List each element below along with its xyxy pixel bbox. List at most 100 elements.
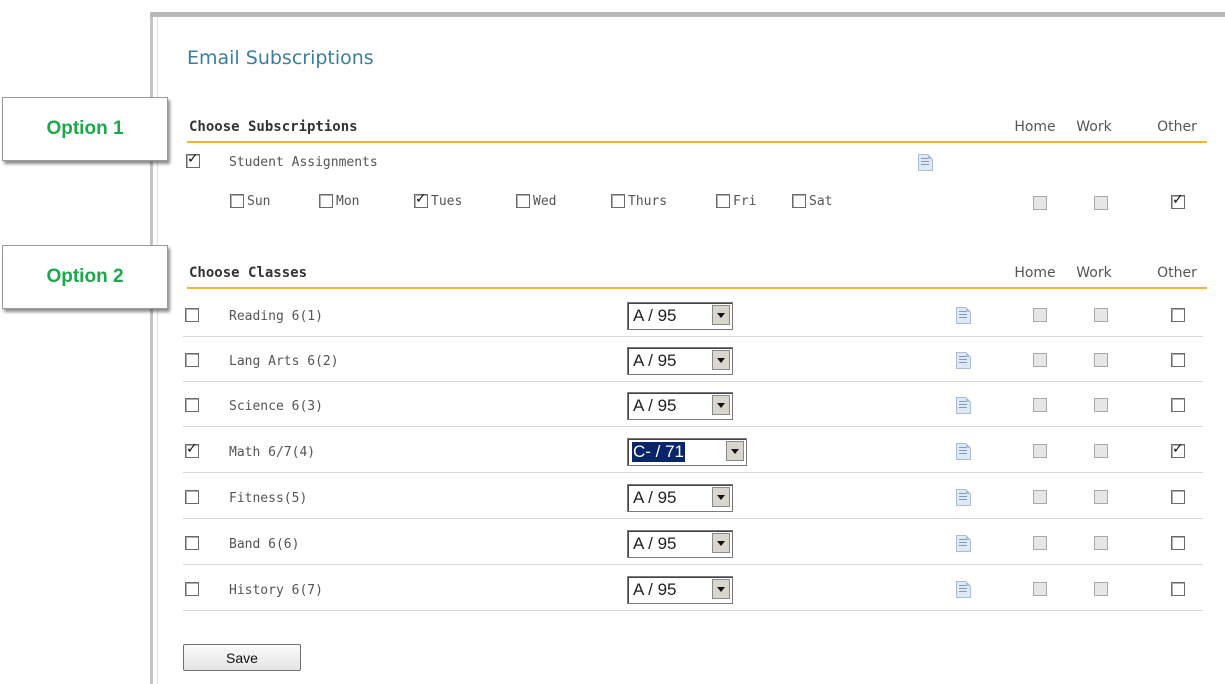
grade-value: A / 95 bbox=[633, 351, 677, 370]
class-select-checkbox[interactable] bbox=[185, 536, 199, 550]
grade-value: A / 95 bbox=[633, 306, 677, 325]
grade-dropdown[interactable]: A / 95 bbox=[627, 392, 733, 420]
chevron-down-icon[interactable] bbox=[726, 441, 744, 461]
grade-dropdown[interactable]: A / 95 bbox=[627, 302, 733, 330]
subscription-other-checkbox[interactable] bbox=[1171, 192, 1185, 209]
class-name: Math 6/7(4) bbox=[229, 445, 316, 460]
day-wed-checkbox[interactable] bbox=[516, 194, 530, 208]
document-icon[interactable] bbox=[956, 397, 971, 414]
page-frame-top bbox=[150, 12, 1225, 17]
column-work: Work bbox=[1076, 119, 1112, 135]
class-home-checkbox bbox=[1033, 536, 1047, 550]
class-row: History 6(7) A / 95 bbox=[183, 566, 1203, 611]
grade-value: A / 95 bbox=[633, 396, 677, 415]
class-work-checkbox bbox=[1094, 536, 1108, 550]
day-mon-label: Mon bbox=[336, 194, 360, 209]
student-assignments-label: Student Assignments bbox=[229, 155, 378, 170]
class-other-checkbox[interactable] bbox=[1171, 441, 1185, 458]
class-select-checkbox[interactable] bbox=[185, 441, 199, 458]
day-wed-label: Wed bbox=[533, 194, 557, 209]
day-fri-label: Fri bbox=[733, 194, 757, 209]
class-home-checkbox bbox=[1033, 582, 1047, 596]
grade-dropdown[interactable]: C- / 71 bbox=[627, 438, 747, 466]
class-select-checkbox[interactable] bbox=[185, 353, 199, 367]
class-home-checkbox bbox=[1033, 444, 1047, 458]
subscription-home-checkbox bbox=[1033, 196, 1047, 210]
document-icon[interactable] bbox=[956, 535, 971, 552]
class-name: Science 6(3) bbox=[229, 399, 323, 414]
column-home: Home bbox=[1014, 119, 1056, 135]
document-icon[interactable] bbox=[956, 307, 971, 324]
chevron-down-icon[interactable] bbox=[712, 579, 730, 599]
class-other-checkbox[interactable] bbox=[1171, 308, 1185, 322]
grade-dropdown[interactable]: A / 95 bbox=[627, 576, 733, 604]
class-other-checkbox[interactable] bbox=[1171, 353, 1185, 367]
grade-dropdown[interactable]: A / 95 bbox=[627, 530, 733, 558]
class-select-checkbox[interactable] bbox=[185, 490, 199, 504]
class-other-checkbox[interactable] bbox=[1171, 490, 1185, 504]
document-icon[interactable] bbox=[956, 352, 971, 369]
document-icon[interactable] bbox=[956, 581, 971, 598]
subscription-work-checkbox bbox=[1094, 196, 1108, 210]
column-other: Other bbox=[1157, 119, 1197, 135]
day-tues-label: Tues bbox=[431, 194, 463, 209]
class-row: Reading 6(1) A / 95 bbox=[183, 292, 1203, 337]
column-work: Work bbox=[1076, 265, 1112, 281]
class-row: Math 6/7(4) C- / 71 bbox=[183, 428, 1203, 473]
class-row: Fitness(5) A / 95 bbox=[183, 474, 1203, 519]
column-other: Other bbox=[1157, 265, 1197, 281]
student-assignments-checkbox[interactable] bbox=[186, 151, 200, 168]
subscriptions-header-title: Choose Subscriptions bbox=[189, 119, 358, 135]
chevron-down-icon[interactable] bbox=[712, 533, 730, 553]
class-home-checkbox bbox=[1033, 398, 1047, 412]
grade-value: A / 95 bbox=[633, 488, 677, 507]
classes-header: Choose Classes Home Work Other bbox=[187, 263, 1207, 289]
class-name: Fitness(5) bbox=[229, 491, 308, 506]
day-sat-label: Sat bbox=[809, 194, 833, 209]
grade-dropdown[interactable]: A / 95 bbox=[627, 484, 733, 512]
chevron-down-icon[interactable] bbox=[712, 350, 730, 370]
class-work-checkbox bbox=[1094, 353, 1108, 367]
class-row: Band 6(6) A / 95 bbox=[183, 520, 1203, 565]
class-work-checkbox bbox=[1094, 398, 1108, 412]
class-select-checkbox[interactable] bbox=[185, 582, 199, 596]
day-sat-checkbox[interactable] bbox=[792, 194, 806, 208]
class-other-checkbox[interactable] bbox=[1171, 536, 1185, 550]
document-icon[interactable] bbox=[918, 154, 933, 171]
class-name: History 6(7) bbox=[229, 583, 323, 598]
callout-option-1: Option 1 bbox=[2, 97, 168, 161]
class-row: Science 6(3) A / 95 bbox=[183, 382, 1203, 427]
class-home-checkbox bbox=[1033, 490, 1047, 504]
class-work-checkbox bbox=[1094, 444, 1108, 458]
grade-dropdown[interactable]: A / 95 bbox=[627, 347, 733, 375]
save-button[interactable]: Save bbox=[183, 644, 301, 671]
class-work-checkbox bbox=[1094, 308, 1108, 322]
class-row: Lang Arts 6(2) A / 95 bbox=[183, 337, 1203, 382]
class-name: Lang Arts 6(2) bbox=[229, 354, 339, 369]
day-sun-checkbox[interactable] bbox=[230, 194, 244, 208]
class-other-checkbox[interactable] bbox=[1171, 398, 1185, 412]
grade-value: A / 95 bbox=[633, 534, 677, 553]
chevron-down-icon[interactable] bbox=[712, 305, 730, 325]
day-tues-checkbox[interactable] bbox=[414, 191, 428, 208]
class-name: Reading 6(1) bbox=[229, 309, 323, 324]
class-work-checkbox bbox=[1094, 582, 1108, 596]
class-select-checkbox[interactable] bbox=[185, 398, 199, 412]
day-fri-checkbox[interactable] bbox=[716, 194, 730, 208]
document-icon[interactable] bbox=[956, 443, 971, 460]
document-icon[interactable] bbox=[956, 489, 971, 506]
subscriptions-header: Choose Subscriptions Home Work Other bbox=[187, 117, 1207, 143]
classes-header-title: Choose Classes bbox=[189, 265, 308, 281]
chevron-down-icon[interactable] bbox=[712, 487, 730, 507]
page-title: Email Subscriptions bbox=[187, 47, 374, 69]
day-thurs-checkbox[interactable] bbox=[611, 194, 625, 208]
class-other-checkbox[interactable] bbox=[1171, 582, 1185, 596]
day-mon-checkbox[interactable] bbox=[319, 194, 333, 208]
class-home-checkbox bbox=[1033, 308, 1047, 322]
column-home: Home bbox=[1014, 265, 1056, 281]
grade-value: C- / 71 bbox=[632, 442, 686, 462]
class-select-checkbox[interactable] bbox=[185, 308, 199, 322]
day-thurs-label: Thurs bbox=[628, 194, 668, 209]
chevron-down-icon[interactable] bbox=[712, 395, 730, 415]
class-name: Band 6(6) bbox=[229, 537, 300, 552]
